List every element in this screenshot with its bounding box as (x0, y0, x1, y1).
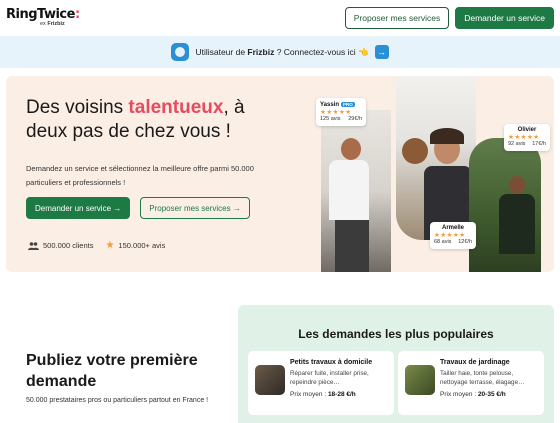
reviews-stat: ★ 150.000+ avis (105, 240, 165, 251)
review-count: 68 avis (434, 239, 452, 245)
frizbiz-banner: Utilisateur de Frizbiz ? Connectez-vous … (0, 36, 560, 68)
banner-text-prefix: Utilisateur de (195, 46, 248, 57)
request-card-gardening[interactable]: Travaux de jardinage Tailler haie, tonte… (398, 351, 544, 415)
hero-description: Demandez un service et sélectionnez la m… (26, 164, 254, 187)
request-card-price: Prix moyen : 20-35 €/h (440, 391, 506, 398)
review-card-yassin: Yassin PRO ★★★★★ 125 avis 29€/h (316, 98, 366, 126)
logo-sub-brand: Frizbiz (47, 21, 65, 28)
review-card-armelle: Armelle ★★★★★ 68 avis 12€/h (430, 222, 476, 249)
hero-section: Des voisins talentueux, à deux pas de ch… (6, 76, 554, 272)
handyman-photo (321, 110, 391, 272)
review-count: 92 avis (508, 141, 526, 147)
review-count: 125 avis (320, 116, 341, 122)
hero-stats: 500.000 clients ★ 150.000+ avis (28, 240, 165, 251)
site-header: RingTwice: ex Frizbiz Proposer mes servi… (0, 0, 560, 36)
dog-owner-photo (396, 76, 476, 240)
hero-title-part1: Des voisins (26, 97, 129, 118)
banner-arrow-button[interactable]: → (374, 45, 389, 59)
price-label: Prix moyen : (290, 391, 328, 398)
hero-title-highlight: talentueux (128, 97, 224, 118)
rating-stars: ★★★★★ (320, 109, 352, 116)
rating-stars: ★★★★★ (508, 134, 540, 141)
clients-stat-text: 500.000 clients (43, 241, 94, 250)
request-card-price: Prix moyen : 18-28 €/h (290, 391, 356, 398)
review-name: Armelle (441, 225, 464, 231)
ringtwice-logo[interactable]: RingTwice: ex Frizbiz (6, 8, 80, 28)
hero-title: Des voisins talentueux, à deux pas de ch… (26, 96, 286, 144)
publish-title: Publiez votre première demande (26, 352, 198, 390)
review-card-olivier: Olivier ★★★★★ 92 avis 17€/h (504, 124, 550, 151)
banner-text-suffix: ? Connectez-vous ici (274, 46, 356, 57)
review-price: 12€/h (458, 239, 472, 245)
price-value: 20-35 €/h (477, 391, 506, 398)
popular-requests-section: Les demandes les plus populaires Petits … (238, 305, 554, 423)
gardening-thumbnail (405, 365, 435, 395)
price-value: 18-28 €/h (327, 391, 356, 398)
gardener-photo (469, 138, 541, 272)
request-card-home-repairs[interactable]: Petits travaux à domicile Réparer fuite,… (248, 351, 394, 415)
hero-request-service-button[interactable]: Demander un service → (26, 197, 131, 219)
review-price: 17€/h (532, 141, 546, 147)
request-card-description: Tailler haie, tonte pelouse, nettoyage t… (440, 370, 525, 386)
request-card-description: Réparer fuite, installer prise, repeindr… (290, 370, 369, 386)
home-repairs-thumbnail (255, 365, 285, 395)
request-card-title: Petits travaux à domicile (290, 359, 373, 366)
review-name: Olivier (517, 127, 537, 133)
request-service-button[interactable]: Demander un service (455, 7, 554, 29)
hero-offer-services-button[interactable]: Proposer mes services → (140, 197, 250, 219)
review-name: Yassin (320, 102, 340, 108)
clients-stat: 500.000 clients (28, 241, 93, 250)
star-icon: ★ (105, 240, 115, 251)
users-icon (28, 241, 39, 250)
review-price: 29€/h (348, 116, 362, 122)
pro-badge: PRO (341, 102, 355, 107)
frizbiz-icon (171, 43, 190, 61)
popular-title: Les demandes les plus populaires (298, 327, 494, 341)
logo-text: RingTwice (6, 7, 75, 23)
logo-dot: : (74, 7, 80, 23)
price-label: Prix moyen : (440, 391, 478, 398)
banner-text: Utilisateur de Frizbiz ? Connectez-vous … (195, 47, 368, 58)
publish-subtitle: 50.000 prestataires pros ou particuliers… (26, 397, 209, 404)
reviews-stat-text: 150.000+ avis (118, 241, 166, 250)
request-card-title: Travaux de jardinage (440, 359, 510, 366)
pointing-hand-icon: 👈 (357, 46, 369, 57)
offer-services-button[interactable]: Proposer mes services (344, 7, 450, 29)
rating-stars: ★★★★★ (434, 232, 466, 239)
banner-brand: Frizbiz (247, 46, 275, 57)
